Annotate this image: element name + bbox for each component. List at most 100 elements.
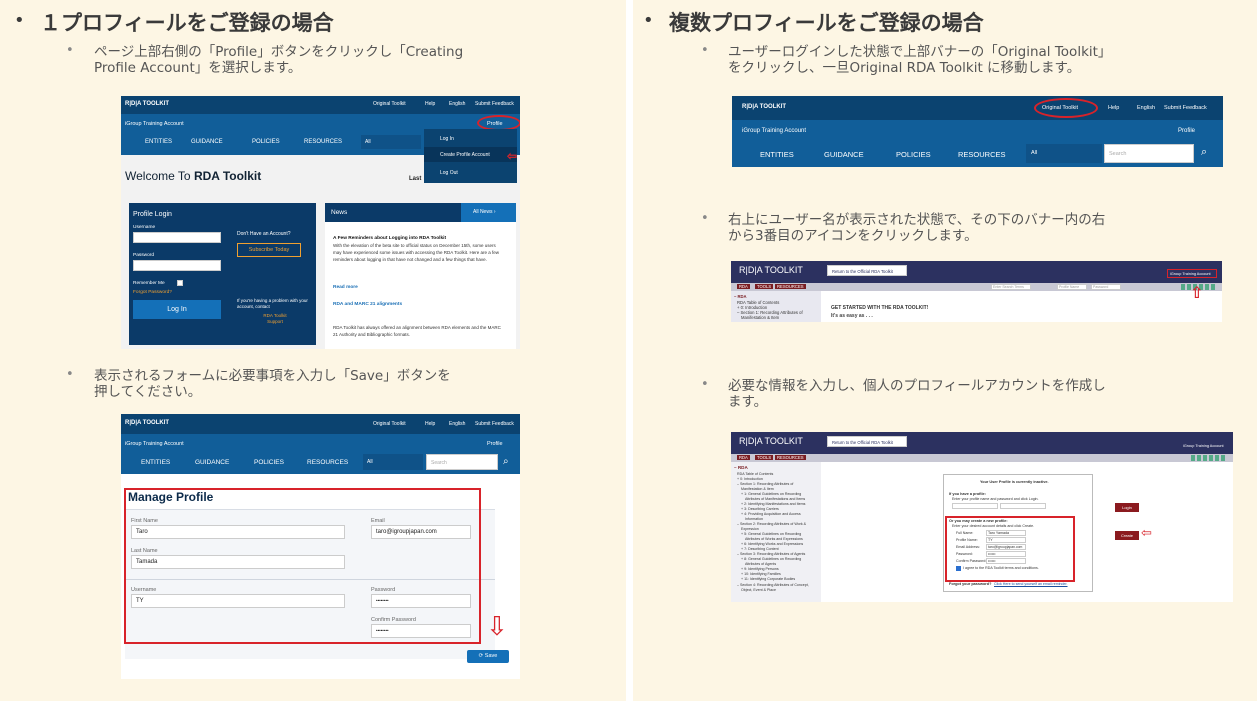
news-item2-title[interactable]: RDA and MARC 21 alignments xyxy=(333,302,402,307)
screenshot-create-profile: R|D|A TOOLKIT Return to the Official RDA… xyxy=(731,432,1233,602)
toc-line[interactable]: + 2: Identifying Manifestations and Item… xyxy=(741,502,805,506)
toc-line[interactable]: Information xyxy=(745,517,763,521)
read-more-link[interactable]: Read more xyxy=(333,285,358,290)
bullet-dot: • xyxy=(701,43,709,58)
return-link[interactable]: Return to the Official RDA Toolkit xyxy=(827,265,907,276)
support-link[interactable]: RDA Toolkit Support xyxy=(255,313,295,325)
menu-create-profile[interactable]: Create Profile Account xyxy=(440,152,490,158)
username-label: Username xyxy=(133,225,156,230)
news-item1-title[interactable]: A Few Reminders about Logging into RDA T… xyxy=(333,236,446,241)
password-input[interactable] xyxy=(133,260,221,271)
forgot-link[interactable]: Forgot Password? xyxy=(133,290,172,295)
toc-line[interactable]: – RDA xyxy=(734,294,747,299)
search-icon[interactable]: ⌕ xyxy=(503,456,509,467)
toc-line[interactable]: RDA Table of Contents xyxy=(737,472,773,476)
toc-line[interactable]: – Section 3: Recording Attributes of Age… xyxy=(737,552,805,556)
toc-line[interactable]: Manifestation & Item xyxy=(741,487,774,491)
tab-rda[interactable]: RDA xyxy=(737,284,750,289)
english-link[interactable]: English xyxy=(1137,105,1155,111)
toc-line[interactable]: Attributes of Agents xyxy=(745,562,776,566)
nav-guidance[interactable]: GUIDANCE xyxy=(195,459,229,466)
nav-entities[interactable]: ENTITIES xyxy=(760,150,794,159)
username-input[interactable] xyxy=(133,232,221,243)
toc-line[interactable]: Expression xyxy=(741,527,759,531)
profile-name-input[interactable] xyxy=(952,503,998,509)
feedback-link[interactable]: Submit Feedback xyxy=(1164,105,1207,111)
toolbar-icons[interactable] xyxy=(1191,455,1227,461)
password-input[interactable] xyxy=(1000,503,1046,509)
login-button[interactable]: Login xyxy=(1115,503,1139,512)
nav-guidance[interactable]: GUIDANCE xyxy=(191,139,223,145)
left-panel: • １プロフィールをご登録の場合 • ページ上部右側の「Profile」ボタンを… xyxy=(0,0,626,701)
old-profile-input[interactable]: Profile Name xyxy=(1057,284,1087,290)
old-search-ph: Enter Search Terms xyxy=(993,285,1024,289)
menu-log-out[interactable]: Log Out xyxy=(440,170,458,176)
tab-resources[interactable]: RESOURCES xyxy=(775,455,806,460)
scope-select[interactable]: All xyxy=(1026,144,1102,163)
original-toolkit-link[interactable]: Original Toolkit xyxy=(373,421,406,427)
login-button[interactable]: Log In xyxy=(133,300,221,319)
nav-entities[interactable]: ENTITIES xyxy=(141,459,170,466)
english-link[interactable]: English xyxy=(449,101,465,107)
remember-checkbox[interactable] xyxy=(177,280,183,286)
toc-line[interactable]: + 9: Identifying Persons xyxy=(741,567,779,571)
nav-policies[interactable]: POLICIES xyxy=(254,459,284,466)
original-toolkit-link[interactable]: Original Toolkit xyxy=(373,101,406,107)
nav-policies[interactable]: POLICIES xyxy=(252,139,280,145)
return-link[interactable]: Return to the Official RDA Toolkit xyxy=(827,436,907,447)
tab-rda[interactable]: RDA xyxy=(737,455,750,460)
toc-line[interactable]: – Section 4: Recording Attributes of Con… xyxy=(737,583,809,587)
toc-line[interactable]: – Section 2: Recording Attributes of Wor… xyxy=(737,522,806,526)
news-header: News All News › xyxy=(325,203,516,222)
scope-select[interactable]: All xyxy=(363,454,423,470)
toc-line[interactable]: + 1: General Guidelines on Recording xyxy=(741,492,801,496)
save-button[interactable]: ⟳ Save xyxy=(467,650,509,663)
nav-resources[interactable]: RESOURCES xyxy=(304,139,342,145)
nav-resources[interactable]: RESOURCES xyxy=(958,150,1006,159)
left-step2-line2: 押してください。 xyxy=(94,384,202,400)
toc-line[interactable]: + 0: Introduction xyxy=(737,477,763,481)
help-link[interactable]: Help xyxy=(1108,105,1119,111)
toc-line[interactable]: – RDA xyxy=(734,465,748,470)
profile-button[interactable]: Profile xyxy=(487,441,503,447)
toc-line[interactable]: Manifestation & Item xyxy=(741,315,779,320)
toc-line[interactable]: + 11: Identifying Corporate Bodies xyxy=(741,577,795,581)
search-input[interactable]: Search xyxy=(1104,144,1194,163)
toc-line[interactable]: Object, Event & Place xyxy=(741,588,776,592)
search-input[interactable]: Search xyxy=(426,454,498,470)
search-icon[interactable]: ⌕ xyxy=(1201,146,1207,159)
toc-line[interactable]: + 4: Providing Acquisition and Access xyxy=(741,512,801,516)
menu-log-in[interactable]: Log In xyxy=(440,136,454,142)
toc-line[interactable]: + 10: Identifying Families xyxy=(741,572,781,576)
toc-line[interactable]: + 8: General Guidelines on Recording xyxy=(741,557,801,561)
toc-line[interactable]: + 5: General Guidelines on Recording xyxy=(741,532,801,536)
right-step2-line1: 右上にユーザー名が表示された状態で、その下のバナー内の右 xyxy=(728,212,1106,228)
toc-line[interactable]: Attributes of Manifestations and Items xyxy=(745,497,805,501)
toc-line[interactable]: Attributes of Works and Expressions xyxy=(745,537,803,541)
tab-tools[interactable]: TOOLS xyxy=(755,455,774,460)
create-button[interactable]: Create xyxy=(1115,531,1139,540)
tab-tools[interactable]: TOOLS xyxy=(755,284,774,289)
all-news-button[interactable]: All News › xyxy=(461,203,516,222)
english-link[interactable]: English xyxy=(449,421,465,427)
nav-policies[interactable]: POLICIES xyxy=(896,150,931,159)
profile-button[interactable]: Profile xyxy=(1178,128,1195,134)
forgot-link[interactable]: Click Here to send yourself an email rem… xyxy=(994,582,1068,586)
toc-line[interactable]: + 3: Describing Carriers xyxy=(741,507,779,511)
nav-entities[interactable]: ENTITIES xyxy=(145,139,172,145)
nav-resources[interactable]: RESOURCES xyxy=(307,459,348,466)
feedback-link[interactable]: Submit Feedback xyxy=(475,101,514,107)
scope-select[interactable]: All xyxy=(361,135,421,149)
nav-guidance[interactable]: GUIDANCE xyxy=(824,150,864,159)
toc-line[interactable]: – Section 1: Recording Attributes of xyxy=(737,482,793,486)
tab-resources[interactable]: RESOURCES xyxy=(775,284,806,289)
help-link[interactable]: Help xyxy=(425,101,435,107)
toc-line[interactable]: + 7: Describing Content xyxy=(741,547,779,551)
toc-line[interactable]: + 6: Identifying Works and Expressions xyxy=(741,542,803,546)
save-label: Save xyxy=(484,653,498,659)
old-password-input[interactable]: Password xyxy=(1091,284,1121,290)
subscribe-button[interactable]: Subscribe Today xyxy=(237,243,301,257)
help-link[interactable]: Help xyxy=(425,421,435,427)
feedback-link[interactable]: Submit Feedback xyxy=(475,421,514,427)
old-search-input[interactable]: Enter Search Terms xyxy=(991,284,1031,290)
